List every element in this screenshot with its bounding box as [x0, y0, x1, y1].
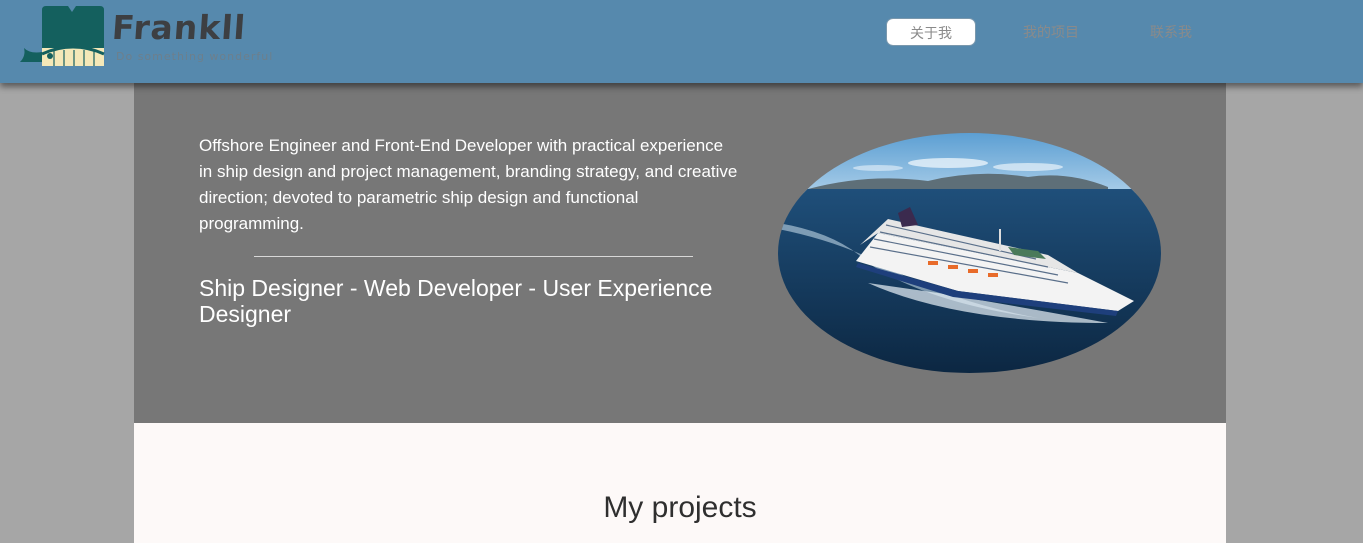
brand-tagline: Do something wonderful — [116, 50, 274, 63]
nav-item-about[interactable]: 关于我 — [886, 18, 976, 46]
site-header: Frankll Do something wonderful 关于我 我的项目 … — [0, 0, 1363, 83]
cruise-ship-image — [778, 133, 1161, 373]
projects-title: My projects — [603, 491, 757, 524]
hero-section: Offshore Engineer and Front-End Develope… — [134, 83, 1226, 423]
brand-name[interactable]: Frankll — [111, 8, 248, 47]
roles-heading: Ship Designer - Web Developer - User Exp… — [199, 275, 713, 327]
intro-text: Offshore Engineer and Front-End Develope… — [199, 136, 738, 233]
nav-item-projects[interactable]: 我的项目 — [1006, 18, 1096, 46]
nav-item-contact[interactable]: 联系我 — [1126, 18, 1216, 46]
hero-divider — [254, 256, 693, 257]
whale-logo-icon[interactable] — [18, 4, 110, 70]
main-content: Offshore Engineer and Front-End Develope… — [134, 83, 1226, 543]
projects-section: My projects — [134, 423, 1226, 543]
